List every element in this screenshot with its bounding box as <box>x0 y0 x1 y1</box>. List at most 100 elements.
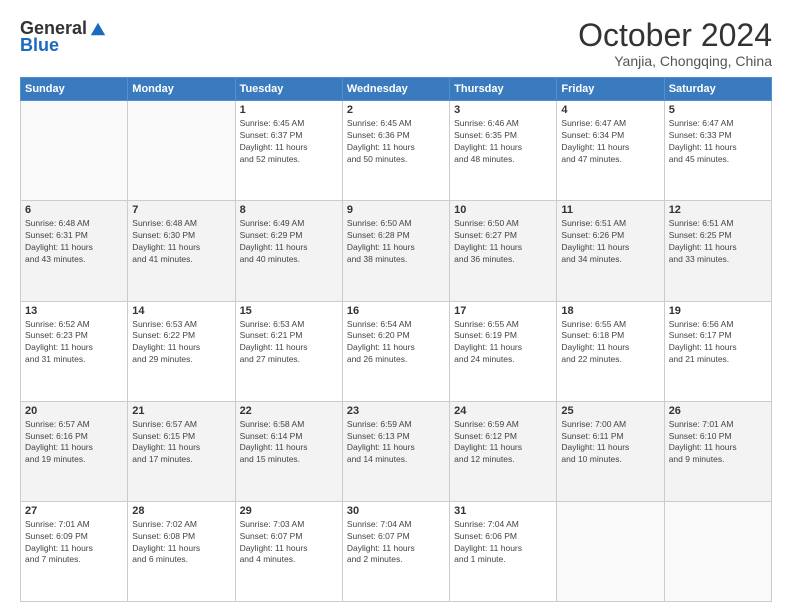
logo-icon <box>89 20 107 38</box>
day-info: Sunrise: 7:03 AM Sunset: 6:07 PM Dayligh… <box>240 519 338 567</box>
header-thursday: Thursday <box>450 78 557 101</box>
day-info: Sunrise: 6:51 AM Sunset: 6:26 PM Dayligh… <box>561 218 659 266</box>
day-info: Sunrise: 6:57 AM Sunset: 6:16 PM Dayligh… <box>25 419 123 467</box>
day-info: Sunrise: 6:58 AM Sunset: 6:14 PM Dayligh… <box>240 419 338 467</box>
month-title: October 2024 <box>578 18 772 53</box>
calendar-cell: 15 Sunrise: 6:53 AM Sunset: 6:21 PM Dayli… <box>235 301 342 401</box>
header-monday: Monday <box>128 78 235 101</box>
day-info: Sunrise: 7:01 AM Sunset: 6:09 PM Dayligh… <box>25 519 123 567</box>
calendar-cell: 7Sunrise: 6:48 AM Sunset: 6:30 PM Daylig… <box>128 201 235 301</box>
calendar-week-row-2: 6Sunrise: 6:48 AM Sunset: 6:31 PM Daylig… <box>21 201 772 301</box>
calendar-cell: 20 Sunrise: 6:57 AM Sunset: 6:16 PM Dayli… <box>21 401 128 501</box>
day-info: Sunrise: 6:48 AM Sunset: 6:31 PM Dayligh… <box>25 218 123 266</box>
day-info: Sunrise: 6:53 AM Sunset: 6:22 PM Dayligh… <box>132 319 230 367</box>
day-number: 1 <box>240 104 338 116</box>
day-number: 31 <box>454 505 552 517</box>
weekday-header-row: Sunday Monday Tuesday Wednesday Thursday… <box>21 78 772 101</box>
day-number: 11 <box>561 204 659 216</box>
day-number: 8 <box>240 204 338 216</box>
day-number: 10 <box>454 204 552 216</box>
calendar-cell: 2Sunrise: 6:45 AM Sunset: 6:36 PM Daylig… <box>342 101 449 201</box>
calendar-cell: 19 Sunrise: 6:56 AM Sunset: 6:17 PM Dayli… <box>664 301 771 401</box>
day-info: Sunrise: 6:48 AM Sunset: 6:30 PM Dayligh… <box>132 218 230 266</box>
day-info: Sunrise: 6:54 AM Sunset: 6:20 PM Dayligh… <box>347 319 445 367</box>
day-number: 13 <box>25 305 123 317</box>
day-number: 19 <box>669 305 767 317</box>
calendar-cell: 13 Sunrise: 6:52 AM Sunset: 6:23 PM Dayli… <box>21 301 128 401</box>
calendar-cell: 4Sunrise: 6:47 AM Sunset: 6:34 PM Daylig… <box>557 101 664 201</box>
header-friday: Friday <box>557 78 664 101</box>
day-number: 5 <box>669 104 767 116</box>
header-sunday: Sunday <box>21 78 128 101</box>
day-number: 28 <box>132 505 230 517</box>
calendar-cell: 24 Sunrise: 6:59 AM Sunset: 6:12 PM Dayli… <box>450 401 557 501</box>
calendar-cell: 9 Sunrise: 6:50 AM Sunset: 6:28 PM Daylig… <box>342 201 449 301</box>
calendar-table: Sunday Monday Tuesday Wednesday Thursday… <box>20 77 772 602</box>
calendar-week-row-4: 20 Sunrise: 6:57 AM Sunset: 6:16 PM Dayli… <box>21 401 772 501</box>
day-info: Sunrise: 6:50 AM Sunset: 6:28 PM Dayligh… <box>347 218 445 266</box>
day-info: Sunrise: 6:46 AM Sunset: 6:35 PM Dayligh… <box>454 118 552 166</box>
day-info: Sunrise: 6:45 AM Sunset: 6:36 PM Dayligh… <box>347 118 445 166</box>
day-number: 20 <box>25 405 123 417</box>
calendar-cell: 22 Sunrise: 6:58 AM Sunset: 6:14 PM Dayli… <box>235 401 342 501</box>
calendar-week-row-3: 13 Sunrise: 6:52 AM Sunset: 6:23 PM Dayli… <box>21 301 772 401</box>
day-info: Sunrise: 7:04 AM Sunset: 6:07 PM Dayligh… <box>347 519 445 567</box>
day-number: 12 <box>669 204 767 216</box>
day-info: Sunrise: 6:55 AM Sunset: 6:18 PM Dayligh… <box>561 319 659 367</box>
calendar-cell: 1Sunrise: 6:45 AM Sunset: 6:37 PM Daylig… <box>235 101 342 201</box>
page: General Blue October 2024 Yanjia, Chongq… <box>0 0 792 612</box>
day-number: 27 <box>25 505 123 517</box>
logo: General Blue <box>20 18 107 56</box>
day-info: Sunrise: 6:47 AM Sunset: 6:33 PM Dayligh… <box>669 118 767 166</box>
calendar-week-row-1: 1Sunrise: 6:45 AM Sunset: 6:37 PM Daylig… <box>21 101 772 201</box>
day-info: Sunrise: 7:00 AM Sunset: 6:11 PM Dayligh… <box>561 419 659 467</box>
calendar-cell: 30 Sunrise: 7:04 AM Sunset: 6:07 PM Dayli… <box>342 501 449 601</box>
header-tuesday: Tuesday <box>235 78 342 101</box>
day-number: 24 <box>454 405 552 417</box>
calendar-cell: 16Sunrise: 6:54 AM Sunset: 6:20 PM Dayli… <box>342 301 449 401</box>
day-number: 9 <box>347 204 445 216</box>
calendar-week-row-5: 27 Sunrise: 7:01 AM Sunset: 6:09 PM Dayli… <box>21 501 772 601</box>
location-title: Yanjia, Chongqing, China <box>578 53 772 69</box>
day-info: Sunrise: 6:50 AM Sunset: 6:27 PM Dayligh… <box>454 218 552 266</box>
calendar-cell: 11 Sunrise: 6:51 AM Sunset: 6:26 PM Dayli… <box>557 201 664 301</box>
calendar-cell: 8 Sunrise: 6:49 AM Sunset: 6:29 PM Daylig… <box>235 201 342 301</box>
logo-blue-text: Blue <box>20 35 59 56</box>
day-info: Sunrise: 6:52 AM Sunset: 6:23 PM Dayligh… <box>25 319 123 367</box>
header: General Blue October 2024 Yanjia, Chongq… <box>20 18 772 69</box>
day-number: 23 <box>347 405 445 417</box>
day-number: 15 <box>240 305 338 317</box>
calendar-cell <box>664 501 771 601</box>
calendar-cell: 3Sunrise: 6:46 AM Sunset: 6:35 PM Daylig… <box>450 101 557 201</box>
day-info: Sunrise: 6:53 AM Sunset: 6:21 PM Dayligh… <box>240 319 338 367</box>
calendar-cell: 28 Sunrise: 7:02 AM Sunset: 6:08 PM Dayli… <box>128 501 235 601</box>
calendar-cell <box>128 101 235 201</box>
calendar-cell: 31 Sunrise: 7:04 AM Sunset: 6:06 PM Dayli… <box>450 501 557 601</box>
day-info: Sunrise: 7:02 AM Sunset: 6:08 PM Dayligh… <box>132 519 230 567</box>
header-wednesday: Wednesday <box>342 78 449 101</box>
day-number: 18 <box>561 305 659 317</box>
calendar-cell: 27 Sunrise: 7:01 AM Sunset: 6:09 PM Dayli… <box>21 501 128 601</box>
day-number: 30 <box>347 505 445 517</box>
calendar-cell: 6Sunrise: 6:48 AM Sunset: 6:31 PM Daylig… <box>21 201 128 301</box>
calendar-cell: 10 Sunrise: 6:50 AM Sunset: 6:27 PM Dayli… <box>450 201 557 301</box>
day-number: 26 <box>669 405 767 417</box>
day-info: Sunrise: 7:04 AM Sunset: 6:06 PM Dayligh… <box>454 519 552 567</box>
day-info: Sunrise: 6:59 AM Sunset: 6:13 PM Dayligh… <box>347 419 445 467</box>
day-info: Sunrise: 6:56 AM Sunset: 6:17 PM Dayligh… <box>669 319 767 367</box>
day-info: Sunrise: 6:57 AM Sunset: 6:15 PM Dayligh… <box>132 419 230 467</box>
calendar-cell: 14Sunrise: 6:53 AM Sunset: 6:22 PM Dayli… <box>128 301 235 401</box>
day-number: 29 <box>240 505 338 517</box>
calendar-cell: 18 Sunrise: 6:55 AM Sunset: 6:18 PM Dayli… <box>557 301 664 401</box>
calendar-cell <box>21 101 128 201</box>
day-info: Sunrise: 6:47 AM Sunset: 6:34 PM Dayligh… <box>561 118 659 166</box>
day-number: 21 <box>132 405 230 417</box>
day-number: 22 <box>240 405 338 417</box>
title-block: October 2024 Yanjia, Chongqing, China <box>578 18 772 69</box>
day-number: 25 <box>561 405 659 417</box>
day-info: Sunrise: 6:59 AM Sunset: 6:12 PM Dayligh… <box>454 419 552 467</box>
day-info: Sunrise: 7:01 AM Sunset: 6:10 PM Dayligh… <box>669 419 767 467</box>
calendar-cell: 26 Sunrise: 7:01 AM Sunset: 6:10 PM Dayli… <box>664 401 771 501</box>
calendar-cell: 17Sunrise: 6:55 AM Sunset: 6:19 PM Dayli… <box>450 301 557 401</box>
day-info: Sunrise: 6:49 AM Sunset: 6:29 PM Dayligh… <box>240 218 338 266</box>
